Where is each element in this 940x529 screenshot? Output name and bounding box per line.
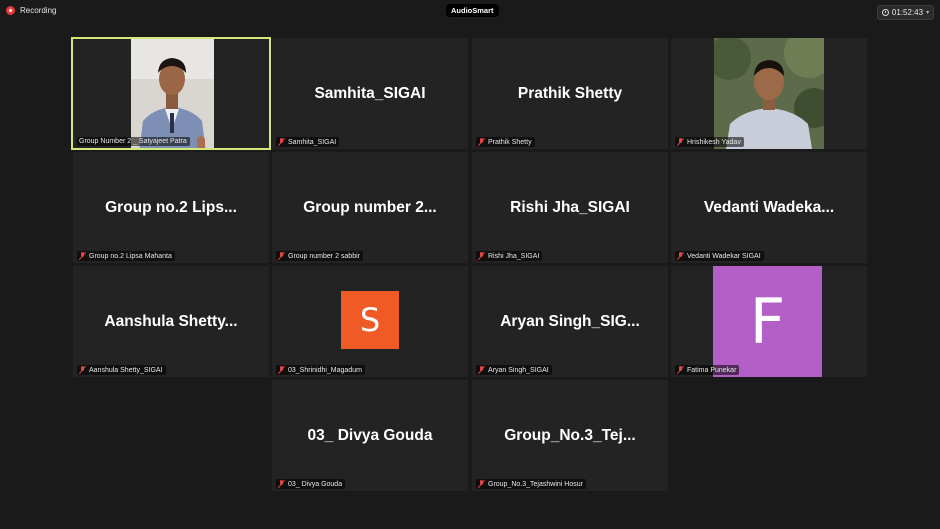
participant-video <box>707 38 834 149</box>
participant-tile-fatima[interactable]: F Fatima Punekar <box>671 266 867 377</box>
participant-label: Group number 2 sabbir <box>276 251 363 261</box>
participant-label: Aryan Singh_SIGAI <box>476 365 552 375</box>
participant-label-text: Group Number 2 _ Satyajeet Patra <box>79 138 187 145</box>
chevron-down-icon: ▾ <box>926 10 930 16</box>
participant-name: Samhita_SIGAI <box>314 84 426 102</box>
participant-label: Hrishikesh Yadav <box>675 137 744 147</box>
app-name-badge: AudioSmart <box>446 4 499 17</box>
participant-video-image <box>131 39 214 148</box>
mic-muted-icon <box>478 252 485 260</box>
participant-name: Aanshula Shetty... <box>104 312 238 330</box>
participant-tile-tejashwini[interactable]: Group_No.3_Tej... Group_No.3_Tejashwini … <box>472 380 668 491</box>
participant-name: Vedanti Wadeka... <box>703 198 835 216</box>
participant-label: Group no.2 Lipsa Mahanta <box>77 251 175 261</box>
participant-name: Group no.2 Lips... <box>105 198 237 216</box>
recording-indicator[interactable]: Recording <box>6 6 56 15</box>
participant-name: Prathik Shetty <box>517 84 623 102</box>
recording-label: Recording <box>20 6 57 15</box>
participant-tile-lipsa[interactable]: Group no.2 Lips... Group no.2 Lipsa Maha… <box>73 152 269 263</box>
mic-muted-icon <box>278 366 285 374</box>
participant-label: 03_ Divya Gouda <box>276 479 346 489</box>
participant-label-text: Group_No.3_Tejashwini Hosur <box>488 480 583 488</box>
participant-label: Aanshula Shetty_SIGAI <box>77 365 166 375</box>
participant-name: Rishi Jha_SIGAI <box>510 198 630 216</box>
participant-label-text: Samhita_SIGAI <box>288 138 337 146</box>
mic-muted-icon <box>677 138 684 146</box>
participant-tile-prathik[interactable]: Prathik Shetty Prathik Shetty <box>472 38 668 149</box>
participant-label: 03_Shrinidhi_Magadum <box>276 365 365 375</box>
mic-muted-icon <box>677 252 684 260</box>
participant-tile-satyajeet[interactable]: Group Number 2 _ Satyajeet Patra <box>71 37 271 150</box>
meeting-timer[interactable]: 01:52:43 ▾ <box>877 5 934 20</box>
participant-label-text: Aryan Singh_SIGAI <box>488 366 549 374</box>
clock-icon <box>881 9 889 16</box>
participant-name: 03_ Divya Gouda <box>307 426 433 444</box>
avatar: S <box>341 291 399 349</box>
participant-label: Samhita_SIGAI <box>276 137 340 147</box>
participant-tile-divya[interactable]: 03_ Divya Gouda 03_ Divya Gouda <box>272 380 468 491</box>
mic-muted-icon <box>79 252 86 260</box>
participant-tile-samhita[interactable]: Samhita_SIGAI Samhita_SIGAI <box>272 38 468 149</box>
participant-label-text: 03_ Divya Gouda <box>288 480 343 488</box>
participant-label-text: Fatima Punekar <box>687 366 737 374</box>
participant-video-image <box>707 38 834 149</box>
participant-tile-hrishikesh[interactable]: Hrishikesh Yadav <box>671 38 867 149</box>
mic-muted-icon <box>478 366 485 374</box>
participant-label-text: Prathik Shetty <box>488 138 532 146</box>
recording-icon <box>6 6 15 15</box>
participant-label-text: Hrishikesh Yadav <box>687 138 741 146</box>
participant-video <box>131 39 214 148</box>
participant-name: Aryan Singh_SIG... <box>500 312 640 330</box>
participant-tile-shrinidhi[interactable]: S 03_Shrinidhi_Magadum <box>272 266 468 377</box>
mic-muted-icon <box>478 138 485 146</box>
participant-label-text: 03_Shrinidhi_Magadum <box>288 366 362 374</box>
participant-label-text: Vedanti Wadekar SIGAI <box>687 252 761 260</box>
participant-label: Fatima Punekar <box>675 365 740 375</box>
mic-muted-icon <box>278 480 285 488</box>
avatar: F <box>713 266 822 377</box>
mic-muted-icon <box>79 366 86 374</box>
participant-name: Group_No.3_Tej... <box>504 426 636 444</box>
participant-label: Group Number 2 _ Satyajeet Patra <box>77 137 190 146</box>
participant-tile-rishi[interactable]: Rishi Jha_SIGAI Rishi Jha_SIGAI <box>472 152 668 263</box>
participant-label: Group_No.3_Tejashwini Hosur <box>476 479 586 489</box>
mic-muted-icon <box>278 252 285 260</box>
participant-label: Vedanti Wadekar SIGAI <box>675 251 764 261</box>
participant-label-text: Rishi Jha_SIGAI <box>488 252 540 260</box>
participant-tile-sabbir[interactable]: Group number 2... Group number 2 sabbir <box>272 152 468 263</box>
timer-value: 01:52:43 <box>891 8 924 17</box>
mic-muted-icon <box>478 480 485 488</box>
participant-tile-aanshula[interactable]: Aanshula Shetty... Aanshula Shetty_SIGAI <box>73 266 269 377</box>
participant-label-text: Group no.2 Lipsa Mahanta <box>89 252 172 260</box>
participant-label-text: Group number 2 sabbir <box>288 252 360 260</box>
participant-tile-vedanti[interactable]: Vedanti Wadeka... Vedanti Wadekar SIGAI <box>671 152 867 263</box>
mic-muted-icon <box>278 138 285 146</box>
participant-label: Rishi Jha_SIGAI <box>476 251 543 261</box>
participant-label-text: Aanshula Shetty_SIGAI <box>89 366 163 374</box>
mic-muted-icon <box>677 366 684 374</box>
participant-name: Group number 2... <box>303 198 437 216</box>
participant-tile-aryan[interactable]: Aryan Singh_SIG... Aryan Singh_SIGAI <box>472 266 668 377</box>
participant-label: Prathik Shetty <box>476 137 535 147</box>
